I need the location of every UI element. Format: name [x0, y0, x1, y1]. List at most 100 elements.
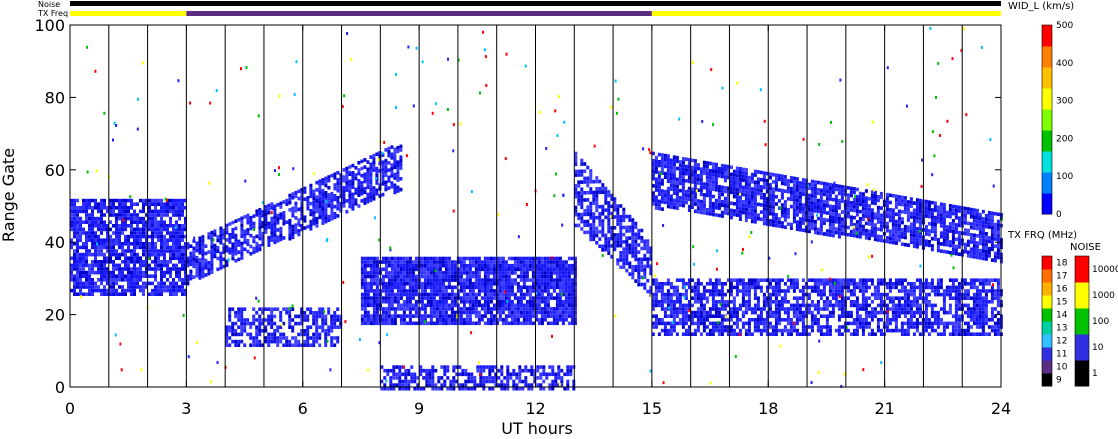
scatter-cell	[861, 203, 865, 207]
scatter-cell	[756, 188, 760, 192]
scatter-cell	[169, 238, 172, 242]
scatter-cell	[291, 224, 295, 229]
scatter-cell	[828, 197, 832, 201]
scatter-cell	[438, 260, 442, 264]
scatter-cell	[646, 289, 650, 294]
scatter-cell	[109, 270, 112, 275]
scatter-cell	[531, 281, 535, 286]
scatter-cell	[616, 240, 620, 244]
scatter-cell	[768, 183, 772, 187]
scatter-cell	[276, 325, 280, 329]
scatter-cell	[598, 212, 602, 216]
scatter-cell	[531, 307, 535, 311]
scatter-cell	[461, 383, 465, 387]
scatter-cell	[786, 215, 790, 219]
scatter-cell	[399, 281, 403, 286]
scatter-cell	[315, 325, 319, 329]
scatter-cell	[234, 219, 238, 223]
scatter-cell	[336, 214, 340, 218]
scatter-cell	[975, 226, 979, 231]
scatter-cell	[467, 372, 471, 377]
scatter-cell	[148, 249, 151, 253]
scatter-cell	[900, 220, 904, 225]
scatter-cell	[720, 192, 724, 197]
scatter-cell	[741, 167, 745, 172]
scatter-cell	[118, 242, 121, 246]
scatter-cell	[396, 256, 400, 261]
scatter-cell	[518, 379, 522, 384]
scatter-cell	[747, 179, 751, 183]
scatter-cell	[130, 274, 133, 278]
scatter-cell	[690, 198, 694, 202]
scatter-cell	[387, 168, 391, 172]
scatter-cell	[696, 202, 700, 207]
scatter-cell	[288, 236, 292, 241]
scatter-cell	[714, 198, 718, 203]
scatter-cell	[759, 177, 763, 182]
scatter-cell	[79, 231, 82, 235]
scatter-cell	[426, 263, 430, 268]
scatter-cell	[690, 165, 694, 170]
scatter-cell	[315, 216, 319, 221]
scatter-cell	[643, 268, 647, 272]
scatter-cell	[846, 204, 850, 208]
scatter-cell	[142, 270, 145, 275]
scatter-cell	[567, 303, 571, 308]
scatter-cell	[930, 236, 934, 241]
scatter-cell	[118, 198, 121, 203]
scatter-cell	[398, 376, 402, 380]
scatter-cell	[381, 317, 385, 322]
scatter-cell	[163, 288, 166, 293]
scatter-cell	[607, 244, 611, 248]
scatter-cell	[133, 281, 136, 286]
scatter-cell	[957, 220, 961, 224]
scatter-cell	[477, 281, 481, 286]
scatter-cell	[560, 379, 564, 384]
scatter-cell	[441, 285, 445, 290]
scatter-cell	[462, 292, 466, 297]
scatter-cell	[315, 188, 319, 192]
scatter-cell	[592, 179, 596, 184]
scatter-cell	[97, 278, 100, 282]
scatter-cell	[717, 170, 721, 175]
scatter-cell	[569, 365, 573, 369]
scatter-cell	[324, 216, 328, 220]
scatter-cell	[708, 186, 712, 191]
scatter-cell	[387, 146, 391, 151]
scatter-cell	[957, 245, 961, 249]
scatter-cell	[663, 157, 667, 161]
scatter-cell	[157, 263, 160, 268]
scatter-cell	[753, 180, 757, 185]
scatter-cell	[175, 274, 178, 278]
scatter-cell	[657, 203, 661, 207]
scatter-cell	[525, 267, 529, 272]
scatter-cell	[178, 249, 181, 253]
scatter-cell	[82, 260, 85, 264]
scatter-cell	[136, 256, 139, 260]
scatter-cell	[723, 211, 727, 215]
scatter-cell	[516, 307, 520, 311]
scatter-cell	[393, 321, 397, 326]
scatter-cell	[990, 243, 994, 248]
scatter-cell	[483, 314, 487, 318]
scatter-cell	[160, 209, 163, 214]
scatter-cell	[420, 321, 424, 326]
scatter-cell	[381, 299, 385, 304]
scatter-cell	[163, 234, 166, 239]
scatter-cell	[109, 292, 112, 296]
scatter-cell	[637, 275, 641, 280]
scatter-cell	[390, 256, 394, 261]
scatter-cell	[744, 186, 748, 190]
scatter-cell	[88, 213, 91, 217]
scatter-cell	[747, 186, 751, 191]
scatter-cell	[103, 292, 106, 296]
scatter-cell	[963, 213, 967, 218]
scatter-cell	[607, 208, 611, 212]
scatter-cell	[148, 267, 151, 271]
scatter-cell	[948, 240, 952, 244]
scatter-cell	[85, 242, 88, 246]
scatter-cell	[948, 243, 952, 248]
scatter-cell	[828, 215, 832, 219]
scatter-cell	[452, 368, 456, 373]
scatter-cell	[154, 224, 157, 228]
